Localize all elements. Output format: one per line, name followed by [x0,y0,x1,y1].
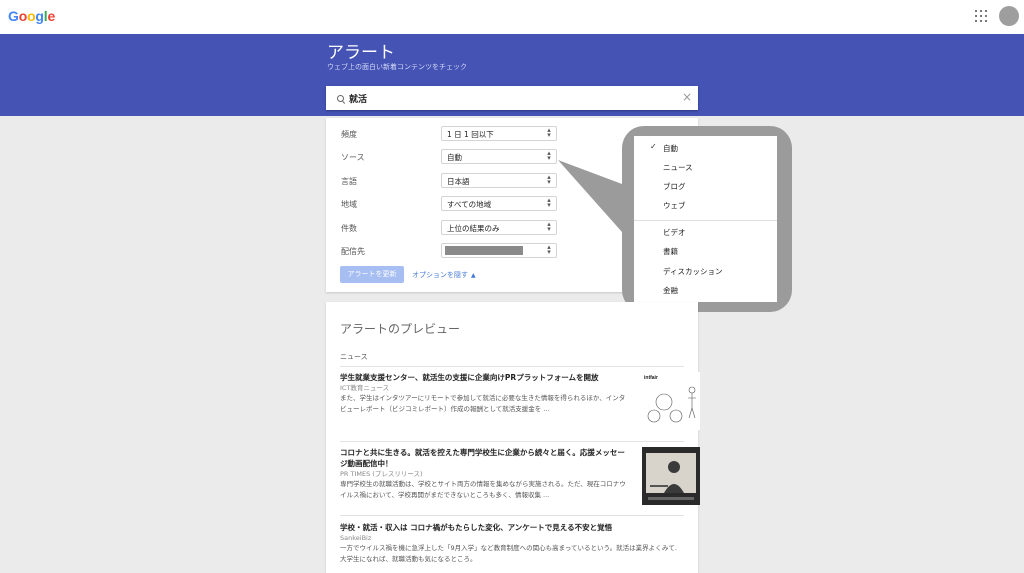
section-label-news: ニュース [340,353,368,361]
dropdown-item-video[interactable]: ビデオ [663,227,686,238]
callout-pointer [558,160,622,232]
result-snippet: また、学生はインタツアーにリモートで参加して就活に必要な生きた情報を得られるほか… [340,394,626,413]
result-snippet: 一方でウイルス禍を機に急浮上した「9月入学」など教育制度への関心も高まっていると… [340,544,677,563]
dropdown-item-web[interactable]: ウェブ [663,200,686,211]
result-title[interactable]: コロナと共に生きる。就活を控えた専門学校生に企業から続々と届く。応援メッセージ動… [340,447,630,469]
divider [340,515,684,516]
result-title[interactable]: 学生就業支援センター、就活生の支援に企業向けPRプラットフォームを開放 [340,372,630,383]
alert-preview-panel: アラートのプレビュー ニュース 学生就業支援センター、就活生の支援に企業向けPR… [326,302,700,573]
check-icon: ✓ [650,142,657,151]
result-source: ICT教育ニュース [340,384,390,392]
dropdown-item-discussion[interactable]: ディスカッション [663,266,722,277]
result-thumbnail[interactable] [642,447,700,505]
preview-title: アラートのプレビュー [340,322,461,336]
divider [340,441,684,442]
divider [340,366,684,367]
result-source: SankeiBiz [340,534,372,542]
dropdown-item-blog[interactable]: ブログ [663,181,686,192]
dropdown-item-auto[interactable]: 自動 [663,143,678,154]
result-item[interactable]: コロナと共に生きる。就活を控えた専門学校生に企業から続々と届く。応援メッセージ動… [340,447,700,505]
thumbnail-brand: intfair [644,375,658,381]
dropdown-item-news[interactable]: ニュース [663,162,693,173]
source-dropdown-menu: ✓ 自動 ニュース ブログ ウェブ ビデオ 書籍 ディスカッション 金融 [634,136,777,302]
result-item[interactable]: 学生就業支援センター、就活生の支援に企業向けPRプラットフォームを開放 ICT教… [340,372,700,430]
result-thumbnail[interactable]: intfair [642,372,700,430]
result-source: PR TIMES (プレスリリース) [340,470,423,478]
result-title[interactable]: 学校・就活・収入は コロナ禍がもたらした変化、アンケートで見える不安と覚悟 [340,522,684,533]
result-item[interactable]: 学校・就活・収入は コロナ禍がもたらした変化、アンケートで見える不安と覚悟 Sa… [340,522,684,565]
result-snippet: 専門学校生の就職活動は、学校とサイト両方の情報を集めながら実施される。ただ、現在… [340,480,626,499]
dropdown-divider [634,220,777,221]
dropdown-item-finance[interactable]: 金融 [663,285,678,296]
dropdown-item-books[interactable]: 書籍 [663,246,678,257]
